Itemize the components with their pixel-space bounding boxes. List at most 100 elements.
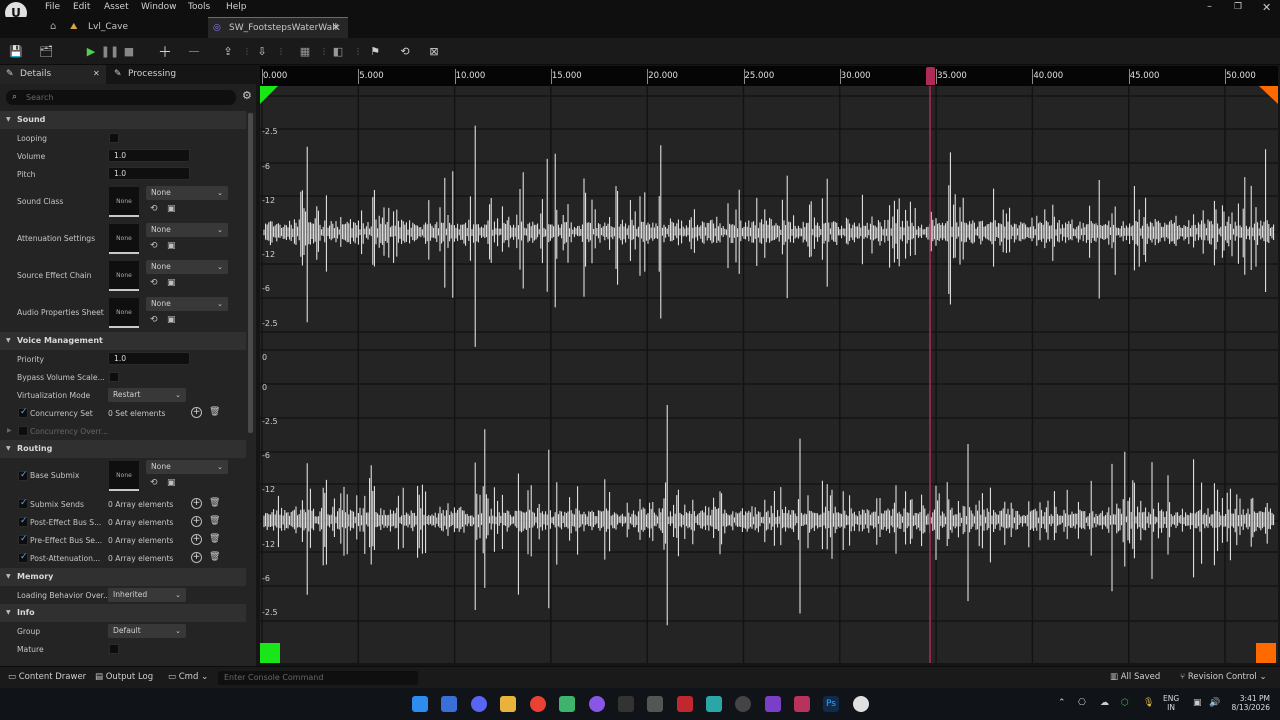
loop-icon[interactable]: ⟲ — [397, 44, 413, 59]
source-effect-dropdown[interactable]: None ⌄ — [146, 260, 228, 274]
close-panel-icon[interactable]: ✕ — [93, 65, 100, 83]
looping-checkbox[interactable] — [109, 133, 119, 143]
toolbar-options-icon[interactable]: ⋮ — [354, 46, 362, 57]
bypass-checkbox[interactable] — [109, 372, 119, 382]
menu-edit[interactable]: Edit — [73, 2, 90, 12]
sound-class-dropdown[interactable]: None ⌄ — [146, 186, 228, 200]
close-window-icon[interactable]: ✕ — [1262, 1, 1271, 14]
menu-tools[interactable]: Tools — [188, 2, 210, 12]
close-tab-icon[interactable]: ✕ — [332, 18, 340, 38]
section-info[interactable]: ▼ Info — [0, 604, 246, 622]
tray-chevron-icon[interactable]: ⌃ — [1058, 698, 1066, 708]
cmd-dropdown[interactable]: ▭ Cmd ⌄ — [168, 672, 208, 682]
concurrency-override-checkbox[interactable] — [18, 426, 28, 436]
windows-start-icon[interactable] — [412, 696, 428, 712]
base-submix-dropdown[interactable]: None ⌄ — [146, 460, 228, 474]
trash-icon[interactable]: 🗑 — [209, 534, 220, 544]
post-effect-checkbox[interactable] — [18, 516, 28, 527]
pitch-field[interactable]: 1.0 — [108, 167, 190, 180]
settings-app-icon[interactable] — [735, 696, 751, 712]
timeline-ruler[interactable]: 0.000 5.000 10.000 15.000 20.000 25.000 30.000… — [260, 66, 1278, 86]
export-icon[interactable]: ⇪ — [220, 44, 236, 59]
browse-folder-icon[interactable]: ▣ — [167, 478, 176, 488]
console-input[interactable]: Enter Console Command — [218, 671, 418, 685]
all-saved-indicator[interactable]: ▥ All Saved — [1110, 672, 1160, 682]
add-element-icon[interactable]: + — [191, 516, 202, 527]
tray-network-icon[interactable]: ☁ — [1100, 698, 1109, 708]
source-effect-thumbnail[interactable]: None — [109, 261, 139, 291]
home-icon[interactable]: ⌂ — [50, 21, 56, 32]
volume-field[interactable]: 1.0 — [108, 149, 190, 162]
trash-icon[interactable]: 🗑 — [209, 516, 220, 526]
section-routing[interactable]: ▼ Routing — [0, 440, 246, 458]
file-explorer-icon[interactable] — [500, 696, 516, 712]
language-indicator[interactable]: ENG IN — [1163, 694, 1179, 712]
details-scrollbar[interactable] — [248, 113, 253, 433]
volume-icon[interactable]: 🔊 — [1209, 698, 1220, 708]
trash-icon[interactable]: 🗑 — [209, 407, 220, 417]
revision-control-button[interactable]: ⑂ Revision Control ⌄ — [1180, 672, 1267, 682]
flag-icon[interactable]: ⚑ — [367, 44, 383, 59]
attenuation-dropdown[interactable]: None ⌄ — [146, 223, 228, 237]
fade-icon[interactable]: ◧ — [330, 44, 346, 59]
browse-folder-icon[interactable]: ▣ — [167, 315, 176, 325]
reset-icon[interactable]: ⟲ — [150, 278, 158, 288]
save-icon[interactable]: 💾 — [8, 44, 24, 59]
concurrency-checkbox[interactable] — [18, 407, 28, 418]
github-icon[interactable] — [589, 696, 605, 712]
maximize-icon[interactable]: ❐ — [1234, 2, 1242, 12]
add-element-icon[interactable]: + — [191, 534, 202, 545]
photoshop-icon[interactable]: Ps — [823, 696, 839, 712]
remove-icon[interactable]: － — [186, 44, 202, 61]
tray-shield-icon[interactable]: ⬡ — [1121, 698, 1129, 708]
group-dropdown[interactable]: Default ⌄ — [108, 624, 186, 638]
tab-processing[interactable]: ✎ Processing — [108, 65, 248, 84]
toolbar-options-icon[interactable]: ⋮ — [277, 46, 285, 57]
media-icon[interactable] — [677, 696, 693, 712]
reset-icon[interactable]: ⟲ — [150, 241, 158, 251]
tab-details[interactable]: ✎ Details ✕ — [0, 65, 106, 84]
browse-folder-icon[interactable]: ▣ — [167, 278, 176, 288]
section-sound[interactable]: ▼ Sound — [0, 111, 246, 129]
add-icon[interactable]: ＋ — [157, 44, 173, 61]
app-icon[interactable] — [647, 696, 663, 712]
waveform-viewer[interactable]: -2.5 -6 -12 -12 -6 -2.5 0 0 -2.5 -6 -12 -12 -6 -2.5 — [260, 86, 1278, 663]
pre-effect-checkbox[interactable] — [18, 534, 28, 545]
menu-help[interactable]: Help — [226, 2, 247, 12]
app-3-icon[interactable] — [706, 696, 722, 712]
add-element-icon[interactable]: + — [191, 498, 202, 509]
mail-icon[interactable] — [441, 696, 457, 712]
browse-icon[interactable]: 🗂 — [38, 44, 54, 59]
reset-icon[interactable]: ⟲ — [150, 315, 158, 325]
add-element-icon[interactable]: + — [191, 552, 202, 563]
minimize-icon[interactable]: – — [1207, 1, 1212, 12]
play-button[interactable]: ▶ — [83, 44, 99, 59]
import-icon[interactable]: ⇩ — [254, 44, 270, 59]
post-attenuation-checkbox[interactable] — [18, 552, 28, 563]
virtualization-dropdown[interactable]: Restart ⌄ — [108, 388, 186, 402]
audio-props-dropdown[interactable]: None ⌄ — [146, 297, 228, 311]
tab-sound-wave[interactable]: ◎ SW_FootstepsWaterWalk ✕ — [208, 17, 348, 38]
section-voice-management[interactable]: ▼ Voice Management — [0, 332, 246, 350]
section-memory[interactable]: ▼ Memory — [0, 568, 246, 586]
stop-button[interactable]: ■ — [121, 44, 137, 59]
clock[interactable]: 3:41 PM 8/13/2026 — [1220, 694, 1270, 712]
pause-button[interactable]: ❚❚ — [101, 44, 119, 59]
monitor-icon[interactable]: ▣ — [1193, 698, 1202, 708]
gradient-icon[interactable]: ▦ — [297, 44, 313, 59]
menu-asset[interactable]: Asset — [104, 2, 129, 12]
menu-window[interactable]: Window — [141, 2, 177, 12]
toolbar-options-icon[interactable]: ⋮ — [320, 46, 328, 57]
unreal-taskbar-icon[interactable] — [853, 696, 869, 712]
base-submix-checkbox[interactable] — [18, 470, 28, 481]
discord-icon[interactable] — [471, 696, 487, 712]
search-input[interactable]: ⌕ Search — [6, 90, 236, 105]
submix-sends-checkbox[interactable] — [18, 498, 28, 509]
settings-gear-icon[interactable]: ⚙ — [242, 89, 252, 102]
tray-mic-icon[interactable]: 🎙 — [1143, 698, 1154, 708]
trash-icon[interactable]: 🗑 — [209, 498, 220, 508]
attenuation-thumbnail[interactable]: None — [109, 224, 139, 254]
trash-icon[interactable]: 🗑 — [209, 552, 220, 562]
terminal-app-icon[interactable] — [618, 696, 634, 712]
crop-icon[interactable]: ⊠ — [426, 44, 442, 59]
